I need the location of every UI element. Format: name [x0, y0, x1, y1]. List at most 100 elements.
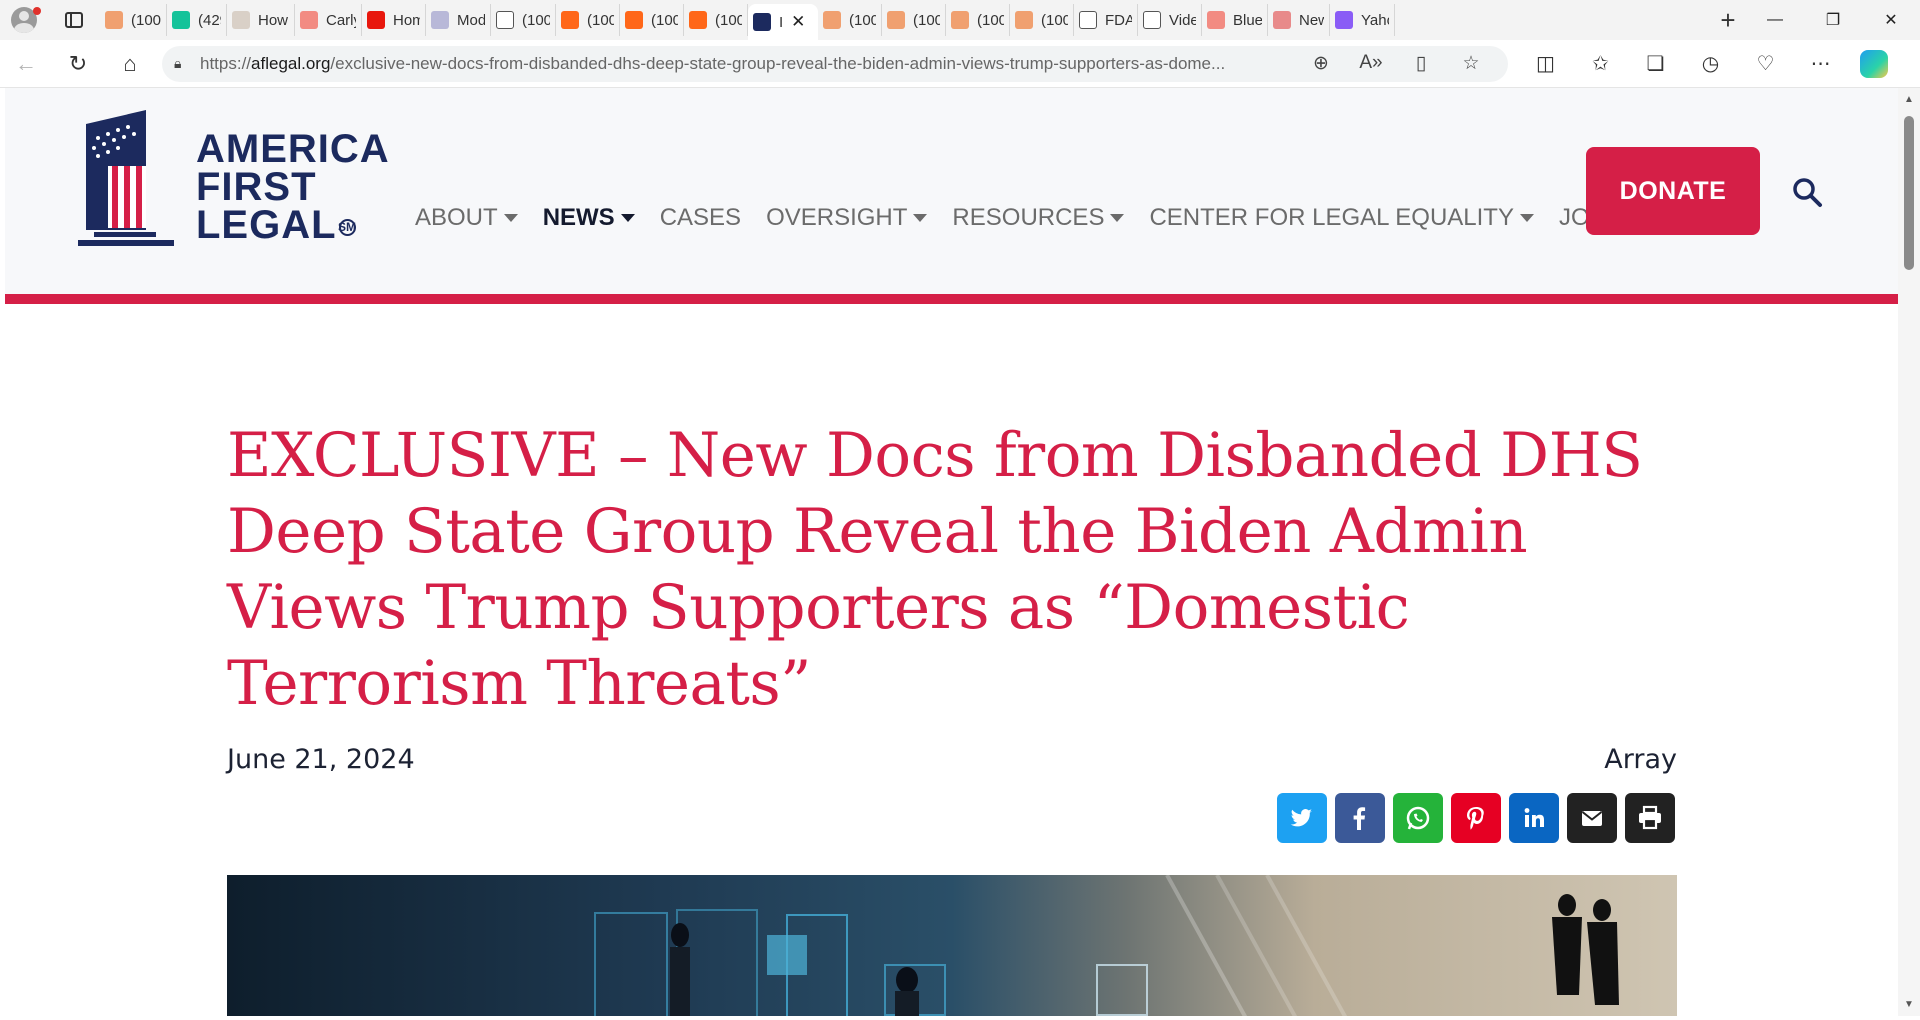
browser-tab[interactable]: (100)	[818, 4, 882, 36]
page-scrollbar[interactable]: ▲ ▼	[1898, 88, 1920, 1016]
logo-line-america: AMERICA	[196, 127, 390, 171]
browser-tab[interactable]: (100)	[1010, 4, 1074, 36]
share-pinterest-button[interactable]	[1451, 793, 1501, 843]
youtube-icon	[300, 11, 318, 29]
browser-tab[interactable]: Mode	[426, 4, 491, 36]
browser-tab[interactable]: Video	[1138, 4, 1202, 36]
page-viewport: AMERICA FIRST LEGAL SM ABOUT NEWS CASES OVER…	[5, 88, 1898, 1016]
tab-title: (100)	[715, 11, 742, 29]
nav-item-news[interactable]: NEWS	[543, 204, 635, 232]
share-print-button[interactable]	[1625, 793, 1675, 843]
browser-tab[interactable]: (100)	[882, 4, 946, 36]
browser-tab[interactable]: News	[1268, 4, 1330, 36]
tab-title: News	[1299, 11, 1324, 29]
tab-title: Blue	[1233, 11, 1262, 29]
nav-item-cases[interactable]: CASES	[660, 204, 741, 232]
america-first-legal-logo-icon	[78, 110, 174, 246]
substack-icon	[887, 11, 905, 29]
browser-tab[interactable]: Home	[362, 4, 426, 36]
browser-tab[interactable]: (100)	[556, 4, 620, 36]
browser-tab[interactable]: Yaho	[1330, 4, 1395, 36]
caret-down-icon	[503, 214, 518, 222]
service-mark-icon: SM	[338, 218, 357, 236]
refresh-icon[interactable]: ↻	[52, 40, 104, 88]
immersive-reader-icon[interactable]: ▯	[1396, 52, 1446, 75]
home-icon[interactable]: ⌂	[104, 40, 156, 88]
site-info-icon[interactable]: 🔒︎	[174, 55, 200, 72]
tab-actions-icon[interactable]	[48, 0, 100, 40]
document-icon	[496, 11, 514, 29]
browser-tab-bar: (100) (429) How Carly Home Mode (100) (100) (100…	[0, 0, 1920, 40]
read-aloud-icon[interactable]: A»	[1346, 52, 1396, 75]
tab-title: FDA	[1105, 11, 1132, 29]
caret-down-icon	[620, 214, 635, 222]
article-date: June 21, 2024	[227, 744, 415, 775]
browser-essentials-icon[interactable]: ♡	[1738, 51, 1793, 76]
nav-item-label: NEWS	[542, 204, 615, 231]
hairdryer-icon	[367, 11, 385, 29]
browser-right-tools: ◫ ✩ ❏ ◷ ♡ ⋯	[1518, 51, 1848, 76]
tab-title: How	[258, 11, 289, 29]
collections-icon[interactable]: ❏	[1628, 51, 1683, 76]
restore-icon[interactable]: ❐	[1804, 0, 1862, 40]
tab-strip: (100) (429) How Carly Home Mode (100) (100) (100…	[100, 0, 1710, 40]
substack-icon	[105, 11, 123, 29]
zoom-icon[interactable]: ⊕	[1296, 52, 1346, 75]
browser-tab[interactable]: (429)	[167, 4, 227, 36]
address-bar[interactable]: 🔒︎ https://aflegal.org/exclusive-new-doc…	[162, 45, 1508, 82]
youtube-icon	[1207, 11, 1225, 29]
browser-tab[interactable]: (100)	[620, 4, 684, 36]
url-domain: aflegal.org	[251, 53, 331, 73]
share-twitter-button[interactable]	[1277, 793, 1327, 843]
tab-title: Home	[393, 11, 420, 29]
browser-tab[interactable]: (100)	[946, 4, 1010, 36]
tab-title: I	[779, 13, 784, 31]
nav-item-label: RESOURCES	[952, 204, 1105, 231]
nav-item-about[interactable]: ABOUT	[415, 204, 518, 232]
email-icon	[1581, 811, 1603, 826]
browser-tab[interactable]: Blue	[1202, 4, 1268, 36]
close-window-icon[interactable]: ✕	[1862, 0, 1920, 40]
profile-avatar-icon[interactable]	[0, 0, 48, 40]
minimize-icon[interactable]: —	[1746, 0, 1804, 40]
browser-tab[interactable]: I ✕	[748, 4, 818, 40]
close-tab-icon[interactable]: ✕	[791, 12, 805, 32]
browser-tab[interactable]: Carly	[295, 4, 362, 36]
browser-tab[interactable]: (100)	[100, 4, 167, 36]
url-text[interactable]: https://aflegal.org/exclusive-new-docs-f…	[200, 54, 1296, 74]
caret-down-icon	[1519, 214, 1534, 222]
site-logo[interactable]: AMERICA FIRST LEGAL SM	[78, 110, 390, 248]
favorites-icon[interactable]: ✩	[1573, 51, 1628, 76]
scroll-down-icon[interactable]: ▼	[1904, 999, 1914, 1010]
tab-title: Carly	[326, 11, 356, 29]
star-icon	[1143, 11, 1161, 29]
browser-tab[interactable]: (100)	[491, 4, 556, 36]
copilot-icon[interactable]	[1860, 49, 1888, 78]
nav-item-oversight[interactable]: OVERSIGHT	[766, 204, 928, 232]
substack-icon	[561, 11, 579, 29]
browser-tab[interactable]: (100)	[684, 4, 748, 36]
scroll-up-icon[interactable]: ▲	[1904, 94, 1914, 105]
new-tab-button[interactable]: +	[1710, 0, 1746, 40]
history-icon[interactable]: ◷	[1683, 51, 1738, 76]
tab-title: (100)	[587, 11, 614, 29]
substack-icon	[823, 11, 841, 29]
favorite-star-icon[interactable]: ☆	[1446, 52, 1496, 75]
share-linkedin-button[interactable]	[1509, 793, 1559, 843]
tab-title: Video	[1169, 11, 1196, 29]
more-options-icon[interactable]: ⋯	[1793, 51, 1848, 76]
split-screen-icon[interactable]: ◫	[1518, 51, 1573, 76]
browser-tab[interactable]: How	[227, 4, 295, 36]
nav-item-center-for-legal-equality[interactable]: CENTER FOR LEGAL EQUALITY	[1149, 204, 1534, 232]
nav-item-resources[interactable]: RESOURCES	[952, 204, 1125, 232]
scrollbar-thumb[interactable]	[1904, 116, 1914, 270]
share-facebook-button[interactable]	[1335, 793, 1385, 843]
back-icon[interactable]: ←	[0, 40, 52, 88]
grammarly-icon	[172, 11, 190, 29]
share-whatsapp-button[interactable]	[1393, 793, 1443, 843]
tab-title: Yaho	[1361, 11, 1389, 29]
donate-button[interactable]: DONATE	[1586, 147, 1760, 235]
share-email-button[interactable]	[1567, 793, 1617, 843]
search-icon[interactable]	[1791, 176, 1823, 208]
browser-tab[interactable]: FDA	[1074, 4, 1138, 36]
